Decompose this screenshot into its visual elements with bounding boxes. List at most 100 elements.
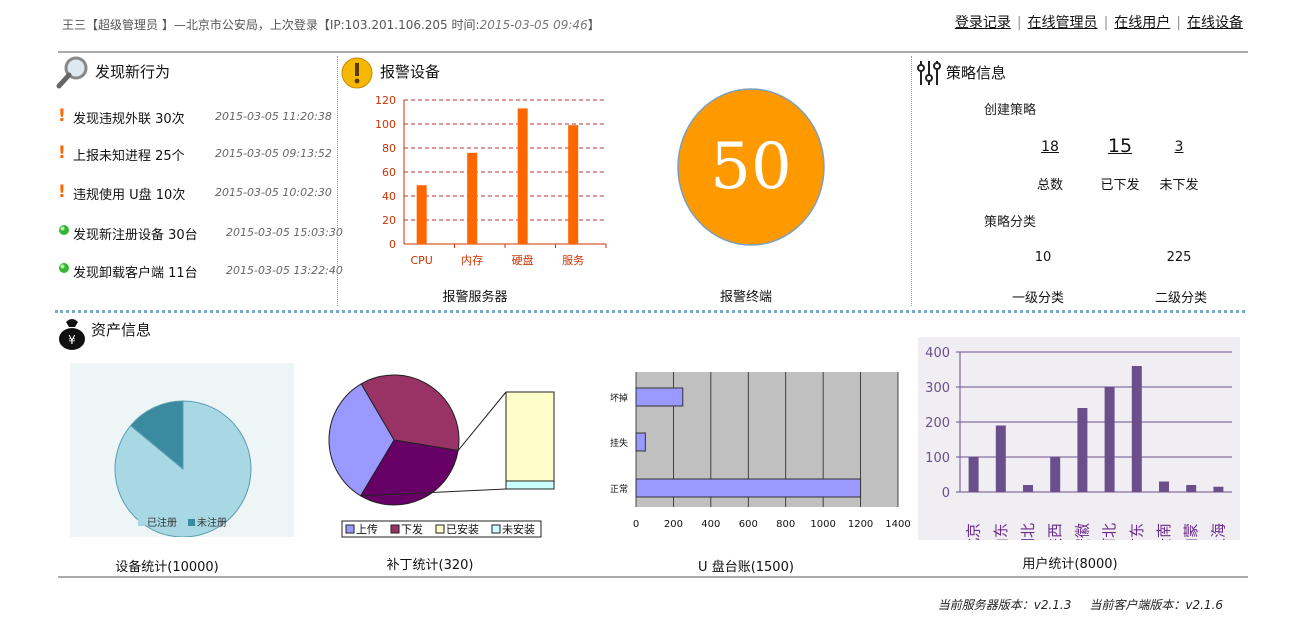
discover-item-text[interactable]: 发现违规外联 30次 [73, 108, 185, 127]
breakdown-bar-not-installed [505, 480, 555, 490]
user-stats-caption: 用户统计(8000) [1022, 557, 1118, 572]
bar [1186, 485, 1197, 492]
exclamation-icon: ! [58, 143, 66, 163]
x-tick-label: 服务 [562, 254, 584, 267]
alarm-terminal-circle[interactable]: 50 [677, 88, 825, 246]
bar [1077, 408, 1088, 492]
strategy-level1-value[interactable]: 10 [1018, 250, 1068, 265]
x-tick-label: 800 [776, 519, 795, 530]
header-links: 登录记录 | 在线管理员 | 在线用户 | 在线设备 [955, 12, 1243, 32]
alarm-server-caption: 报警服务器 [442, 290, 508, 305]
y-tick-label: 60 [382, 166, 396, 179]
x-tick-label: 400 [701, 519, 720, 530]
discover-item-time: 2015-03-05 11:20:38 [215, 110, 332, 123]
bar [635, 478, 862, 498]
x-tick-label: 200 [664, 519, 683, 530]
device-stats-caption: 设备统计(10000) [115, 560, 219, 575]
client-version: 当前客户端版本：v2.1.6 [1089, 598, 1223, 612]
y-tick-label: 0 [942, 486, 950, 501]
bar [467, 152, 478, 244]
x-tick-label: 山东 [992, 523, 1010, 540]
y-tick-label: 20 [382, 214, 396, 227]
user-info: 王三【超级管理员 】—北京市公安局，上次登录【IP:103.201.106.20… [62, 16, 600, 33]
alarm-terminal-caption: 报警终端 [719, 290, 772, 305]
x-tick-label: 内蒙 [1182, 523, 1200, 540]
strategy-not-issued-value[interactable]: 3 [1159, 139, 1199, 155]
bar [1023, 485, 1033, 492]
bar [1050, 457, 1061, 492]
x-tick-label: 安徽 [1073, 523, 1091, 540]
link-online-admins[interactable]: 在线管理员 [1028, 15, 1098, 31]
bar [1213, 486, 1224, 492]
alarm-title: 报警设备 [380, 63, 441, 81]
svg-text:¥: ¥ [68, 333, 76, 347]
legend-label: 已安装 [446, 522, 479, 536]
legend-label: 上传 [356, 523, 378, 536]
x-tick-label: CPU [410, 254, 432, 267]
exclamation-icon: ! [58, 182, 66, 202]
legend-label: 已注册 [147, 516, 177, 529]
discover-item-text[interactable]: 上报未知进程 25个 [73, 145, 185, 164]
x-tick-label: 陕西 [1046, 523, 1064, 540]
y-tick-label: 正常 [610, 483, 628, 495]
x-tick-label: 600 [739, 519, 758, 530]
y-tick-label: 80 [382, 142, 396, 155]
link-online-users[interactable]: 在线用户 [1114, 15, 1170, 31]
create-strategy-label: 创建策略 [984, 103, 1037, 118]
legend-swatch [345, 524, 355, 534]
x-tick-label: 云南 [1155, 523, 1173, 540]
discover-item-text[interactable]: 发现卸载客户端 11台 [73, 262, 198, 281]
strategy-issued-value[interactable]: 15 [1100, 135, 1140, 157]
x-tick-label: 1200 [848, 519, 873, 530]
bar [968, 457, 979, 492]
x-tick-label: 1400 [885, 519, 910, 530]
y-tick-label: 100 [375, 118, 396, 131]
strategy-not-issued-label: 未下发 [1159, 178, 1199, 193]
discover-item-time: 2015-03-05 15:03:30 [226, 226, 343, 239]
green-dot-icon [58, 222, 70, 240]
bar [635, 432, 646, 452]
user-info-end: 】 [587, 18, 600, 32]
x-tick-label: 0 [633, 519, 639, 530]
discover-item-text[interactable]: 违规使用 U盘 10次 [73, 184, 185, 203]
discover-title: 发现新行为 [95, 63, 171, 81]
legend-swatch [390, 524, 400, 534]
link-online-devices[interactable]: 在线设备 [1187, 15, 1243, 31]
y-tick-label: 300 [925, 381, 950, 396]
bar [995, 425, 1006, 492]
footer-divider [58, 576, 1248, 578]
column-divider [911, 56, 912, 306]
strategy-issued-label: 已下发 [1100, 178, 1140, 193]
version-info: 当前服务器版本：v2.1.3 当前客户端版本：v2.1.6 [938, 596, 1223, 613]
bar [568, 125, 579, 244]
y-tick-label: 200 [925, 416, 950, 431]
bar [635, 387, 684, 407]
y-tick-label: 0 [389, 238, 396, 251]
discover-item-time: 2015-03-05 13:22:40 [226, 264, 343, 277]
assets-title: 资产信息 [91, 321, 152, 339]
x-tick-label: 硬盘 [512, 253, 534, 267]
green-dot-icon [58, 260, 70, 278]
strategy-total-value[interactable]: 18 [1030, 139, 1070, 155]
legend-label: 未注册 [197, 516, 227, 529]
usb-ledger-caption: U 盘台账(1500) [698, 560, 794, 575]
legend-swatch [138, 519, 145, 526]
alarm-terminal-count: 50 [710, 130, 792, 204]
section-divider [55, 310, 1245, 313]
money-bag-icon: ¥ [56, 316, 88, 350]
link-separator: | [1176, 15, 1181, 31]
bar [517, 108, 528, 245]
y-tick-label: 100 [925, 451, 950, 466]
link-login-records[interactable]: 登录记录 [955, 15, 1011, 31]
y-tick-label: 120 [375, 94, 396, 107]
y-tick-label: 坏掉 [610, 392, 628, 404]
discover-item-text[interactable]: 发现新注册设备 30台 [73, 224, 198, 243]
last-login-time: 2015-03-05 09:46 [479, 18, 588, 32]
magnifier-icon [55, 55, 91, 91]
header-divider [58, 51, 1248, 53]
discover-item-time: 2015-03-05 09:13:52 [215, 147, 332, 160]
strategy-level2-value[interactable]: 225 [1154, 250, 1204, 265]
bar [416, 185, 427, 244]
user-info-text: 王三【超级管理员 】—北京市公安局，上次登录【IP:103.201.106.20… [62, 18, 480, 32]
settings-icon [916, 59, 942, 87]
